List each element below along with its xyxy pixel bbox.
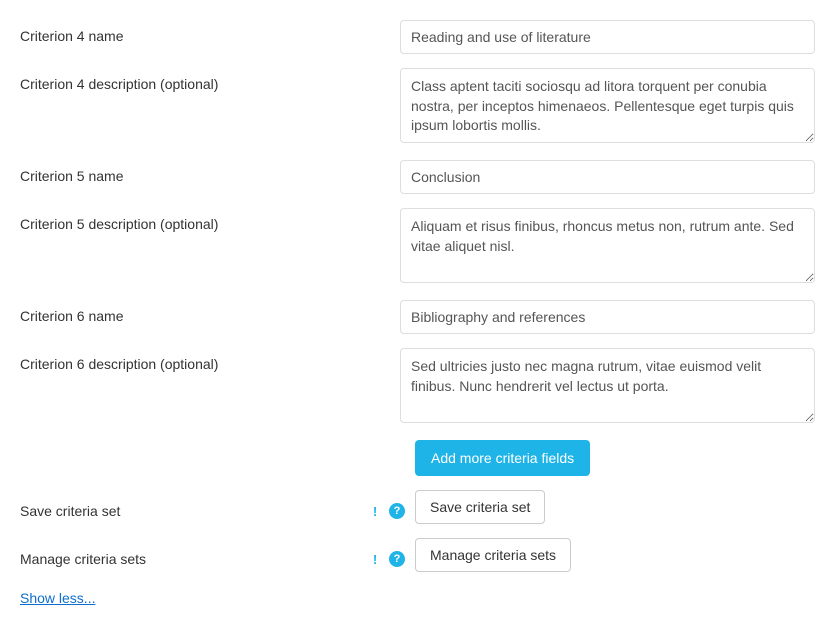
save-criteria-set-label: Save criteria set ! ? [20, 490, 415, 524]
criterion-5-name-input[interactable] [400, 160, 815, 194]
criterion-4-name-label: Criterion 4 name [20, 20, 400, 44]
label-text: Criterion 4 name [20, 28, 390, 44]
label-text: Save criteria set [20, 503, 367, 519]
help-icon[interactable]: ? [389, 503, 405, 519]
criterion-4-desc-textarea[interactable] [400, 68, 815, 143]
criterion-6-name-label: Criterion 6 name [20, 300, 400, 324]
label-text: Criterion 4 description (optional) [20, 76, 390, 92]
criterion-5-desc-textarea[interactable] [400, 208, 815, 283]
criterion-4-name-input[interactable] [400, 20, 815, 54]
criterion-6-desc-label: Criterion 6 description (optional) [20, 348, 400, 372]
show-less-link[interactable]: Show less... [20, 590, 95, 606]
manage-criteria-sets-label: Manage criteria sets ! ? [20, 538, 415, 572]
help-icon[interactable]: ? [389, 551, 405, 567]
label-text: Criterion 6 description (optional) [20, 356, 390, 372]
label-text: Criterion 5 description (optional) [20, 216, 390, 232]
criterion-5-desc-label: Criterion 5 description (optional) [20, 208, 400, 232]
info-icon[interactable]: ! [367, 551, 383, 567]
criterion-4-desc-label: Criterion 4 description (optional) [20, 68, 400, 92]
info-icon[interactable]: ! [367, 503, 383, 519]
add-more-criteria-button[interactable]: Add more criteria fields [415, 440, 590, 476]
label-text: Manage criteria sets [20, 551, 367, 567]
manage-criteria-sets-button[interactable]: Manage criteria sets [415, 538, 571, 572]
label-text: Criterion 5 name [20, 168, 390, 184]
save-criteria-set-button[interactable]: Save criteria set [415, 490, 545, 524]
label-text: Criterion 6 name [20, 308, 390, 324]
criterion-6-name-input[interactable] [400, 300, 815, 334]
criterion-6-desc-textarea[interactable] [400, 348, 815, 423]
criterion-5-name-label: Criterion 5 name [20, 160, 400, 184]
